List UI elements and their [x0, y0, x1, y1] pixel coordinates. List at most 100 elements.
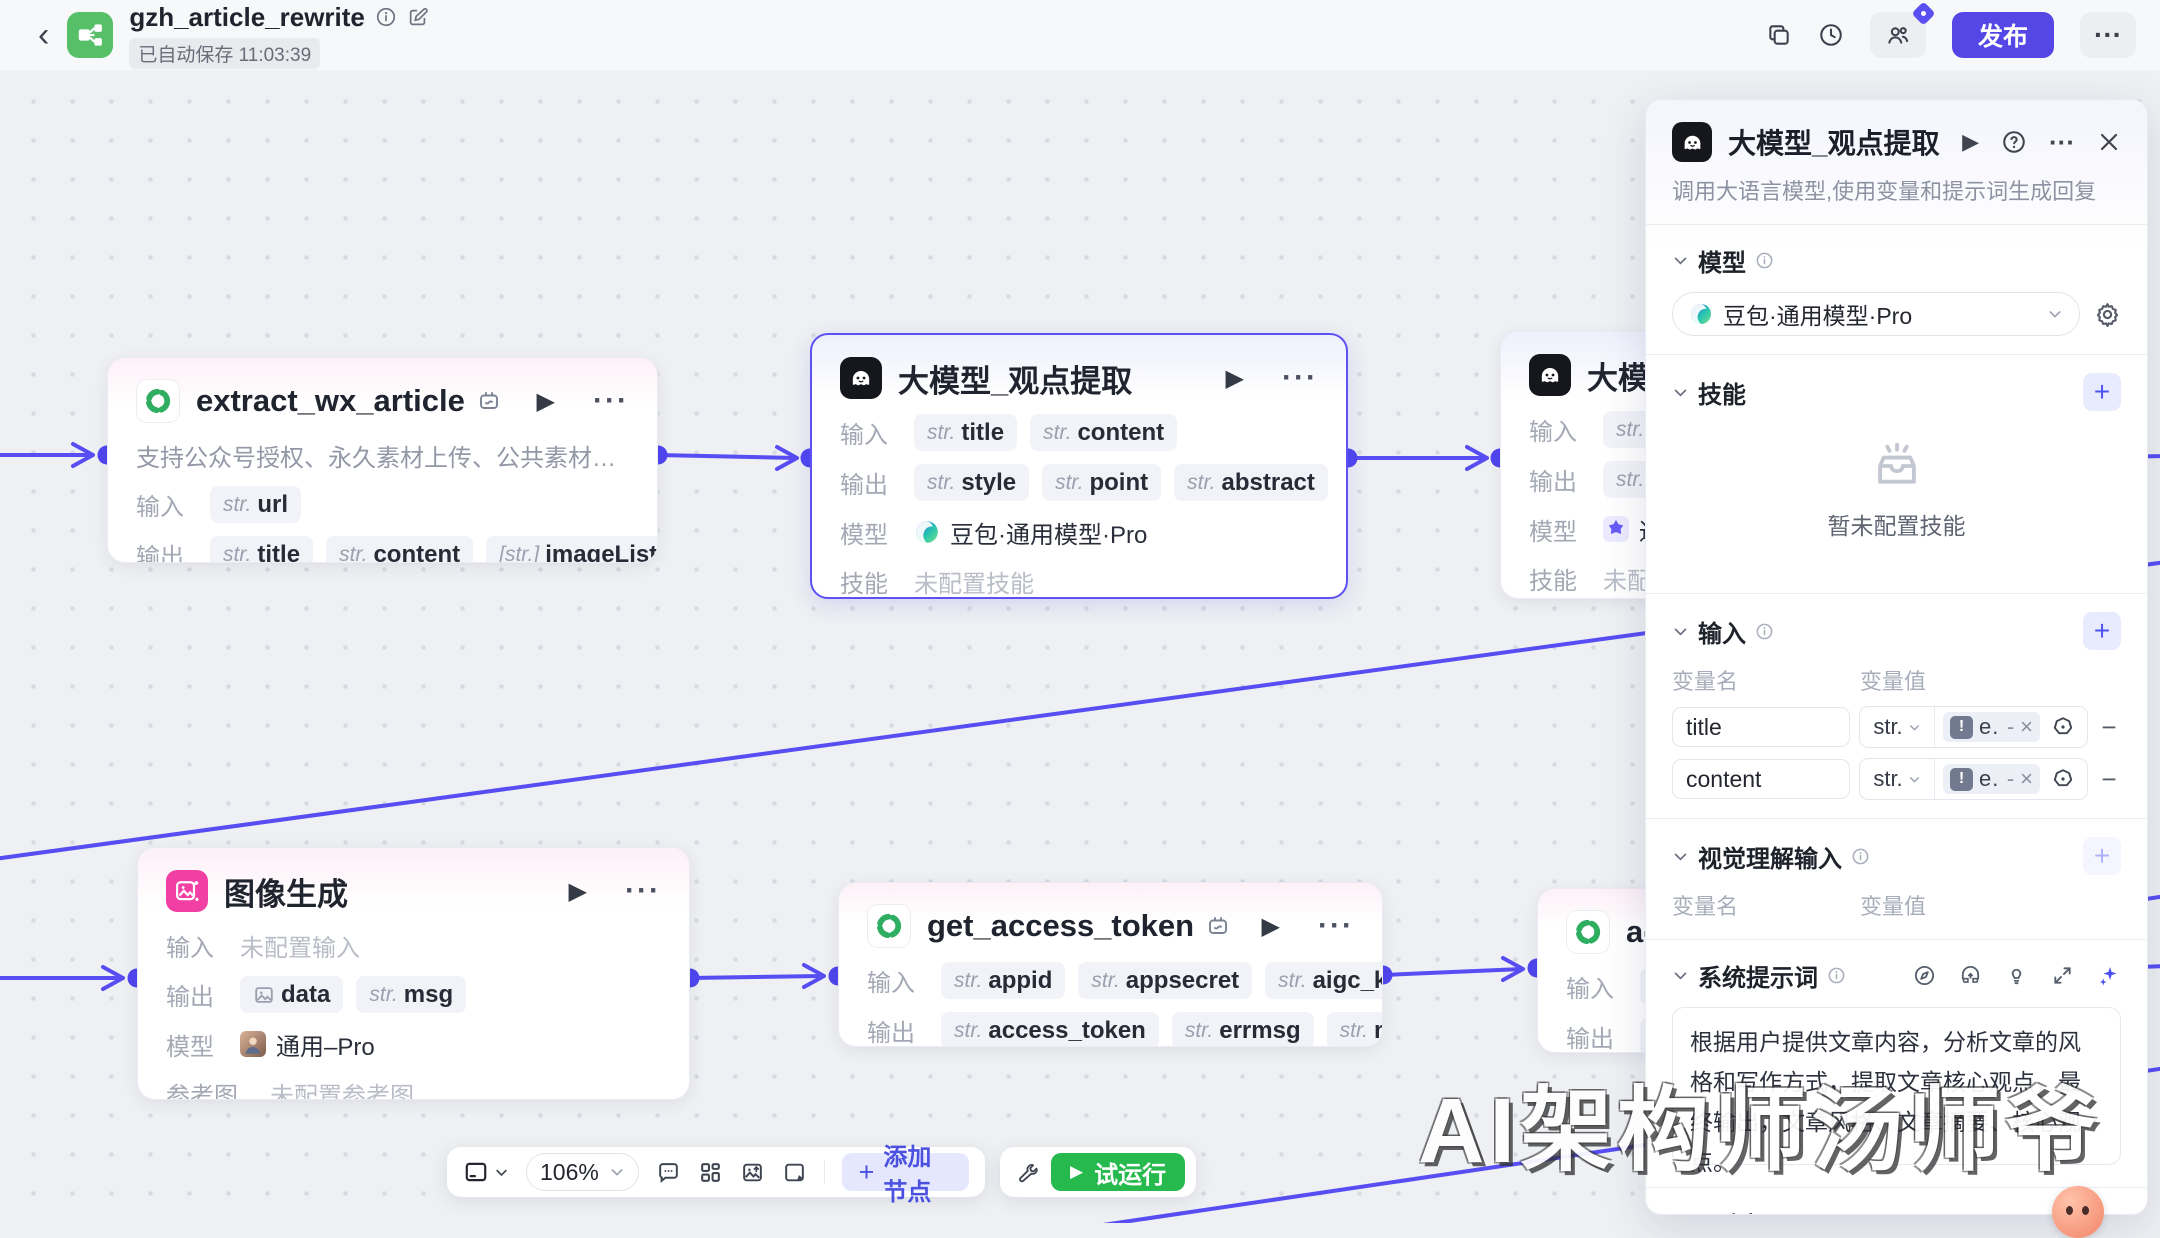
node-extract-wx-article[interactable]: extract_wx_article ▶ ··· 支持公众号授权、永久素材上传、… [107, 357, 658, 563]
node-image-generate[interactable]: 图像生成 ▶ ··· 输入 未配置输入 输出 data str.msg 模型 通… [137, 847, 690, 1100]
duplicate-icon[interactable] [1766, 22, 1792, 48]
model-label: 模型 [166, 1027, 240, 1062]
publish-button[interactable]: 发布 [1952, 12, 2054, 58]
run-node-button[interactable]: ▶ [1262, 912, 1280, 941]
canvas-mode-button[interactable] [463, 1159, 509, 1185]
var-name-input[interactable]: content [1672, 759, 1850, 799]
auto-layout-icon[interactable] [698, 1160, 723, 1185]
var-name-input[interactable]: title [1672, 707, 1850, 747]
skills-empty-text: 暂未配置技能 [1828, 507, 1966, 541]
ai-optimize-sparkle-icon[interactable] [2097, 964, 2121, 988]
sticky-note-icon[interactable] [782, 1160, 807, 1185]
node-more-button[interactable]: ··· [1282, 361, 1318, 395]
history-icon[interactable] [1818, 22, 1844, 48]
remove-row-button[interactable]: − [2097, 712, 2121, 743]
model-select[interactable]: 豆包·通用模型·Pro [1672, 292, 2080, 336]
run-node-button[interactable]: ▶ [1962, 129, 1979, 155]
wrench-icon[interactable] [1014, 1160, 1039, 1185]
chevron-down-icon[interactable] [1672, 384, 1689, 401]
general-pro-model-icon [240, 1031, 266, 1057]
add-input-button[interactable]: + [2083, 612, 2121, 650]
edge-arrow [804, 965, 824, 987]
output-label: 输出 [840, 465, 914, 500]
assistant-avatar[interactable] [2052, 1186, 2104, 1238]
remove-ref-icon[interactable]: × [2020, 714, 2033, 740]
skill-label: 技能 [1529, 561, 1603, 596]
section-model-label: 模型 [1698, 243, 1746, 278]
var-type-select[interactable]: str. [1860, 707, 1935, 747]
param-tag: str.title [914, 414, 1017, 451]
node-more-button[interactable]: ··· [593, 384, 629, 418]
node-llm-viewpoint[interactable]: 大模型_观点提取 ▶ ··· 输入 str.title str.content … [810, 333, 1348, 599]
test-run-label: 试运行 [1094, 1155, 1166, 1190]
section-skills-label: 技能 [1698, 375, 1746, 410]
edge-arrow [1467, 447, 1487, 469]
ref-label: 参考图 [166, 1076, 270, 1101]
info-icon [1827, 1214, 1846, 1215]
info-icon[interactable] [375, 6, 397, 28]
zoom-select[interactable]: 106% [526, 1153, 639, 1191]
remove-row-button[interactable]: − [2097, 764, 2121, 795]
param-tag: str.appsecret [1078, 962, 1252, 999]
plugin-icon [136, 379, 180, 423]
add-skill-button[interactable]: + [2083, 373, 2121, 411]
node-title: 大模型_观点提取 [898, 356, 1132, 401]
node-more-button[interactable]: ··· [1318, 909, 1354, 943]
lightbulb-icon[interactable] [2005, 964, 2028, 987]
comment-icon[interactable] [656, 1160, 681, 1185]
param-tag: str.point [1042, 464, 1161, 501]
chevron-down-icon[interactable] [1672, 967, 1689, 984]
chevron-down-icon[interactable] [1672, 848, 1689, 865]
node-config-panel: 大模型_观点提取 ▶ ··· 调用大语言模型,使用变量和提示词生成回复 模型 豆… [1645, 99, 2148, 1215]
edit-icon[interactable] [407, 6, 429, 28]
run-node-button[interactable]: ▶ [537, 387, 555, 416]
var-type-select[interactable]: str. [1860, 759, 1935, 799]
model-settings-gear-icon[interactable] [2094, 301, 2121, 328]
close-icon[interactable] [2097, 130, 2121, 154]
select-ref-icon[interactable] [2051, 715, 2075, 739]
var-ref-tag[interactable]: ! extract_w... - × [1943, 764, 2040, 794]
info-icon [1827, 966, 1846, 985]
select-ref-icon[interactable] [2051, 767, 2075, 791]
library-import-icon[interactable] [1959, 964, 1982, 987]
plugin-badge-icon [1206, 914, 1230, 938]
section-user-prompt-label: 用户提示词 [1698, 1206, 1818, 1215]
chevron-down-icon [1908, 721, 1921, 734]
llm-icon [1672, 122, 1712, 162]
doubao-model-icon [914, 519, 940, 545]
run-node-button[interactable]: ▶ [1226, 364, 1244, 393]
add-vision-input-button[interactable]: + [2083, 837, 2121, 875]
empty-box-icon [1868, 437, 1926, 495]
chevron-down-icon [2047, 306, 2063, 322]
zoom-value: 106% [540, 1159, 599, 1186]
input-label: 输入 [166, 928, 240, 963]
run-node-button[interactable]: ▶ [569, 877, 587, 906]
expand-icon[interactable] [2051, 964, 2074, 987]
var-ref-tag[interactable]: ! extract_w... - × [1943, 712, 2040, 742]
more-button[interactable]: ··· [2080, 12, 2136, 58]
chevron-down-icon[interactable] [1672, 252, 1689, 269]
node-more-button[interactable]: ··· [625, 874, 661, 908]
input-empty: 未配置输入 [240, 928, 360, 963]
export-image-icon[interactable] [740, 1160, 765, 1185]
col-value-label: 变量值 [1860, 889, 1926, 921]
model-select-value: 豆包·通用模型·Pro [1723, 297, 2037, 331]
remove-ref-icon[interactable]: × [2020, 766, 2033, 792]
image-generate-icon [166, 870, 208, 912]
back-button[interactable]: ‹ [38, 18, 49, 52]
panel-more-button[interactable]: ··· [2049, 127, 2075, 158]
doubao-model-icon [1689, 302, 1713, 326]
collaborators-button[interactable] [1870, 12, 1926, 58]
help-icon[interactable] [2001, 129, 2027, 155]
input-label: 输入 [867, 963, 941, 998]
chevron-down-icon[interactable] [1672, 623, 1689, 640]
warning-icon: ! [1950, 768, 1973, 791]
compass-icon[interactable] [1913, 964, 1936, 987]
test-run-button[interactable]: ▶ 试运行 [1051, 1153, 1185, 1191]
param-tag: str.errmsg [1172, 1012, 1314, 1047]
warning-icon: ! [1950, 716, 1973, 739]
node-get-access-token[interactable]: get_access_token ▶ ··· 输入 str.appid str.… [838, 882, 1383, 1047]
add-node-button[interactable]: + 添加节点 [842, 1153, 969, 1191]
system-prompt-textarea[interactable]: 根据用户提供文章内容，分析文章的风格和写作方式，提取文章核心观点，最终输出，文章… [1672, 1007, 2121, 1165]
model-label: 模型 [1529, 512, 1603, 547]
